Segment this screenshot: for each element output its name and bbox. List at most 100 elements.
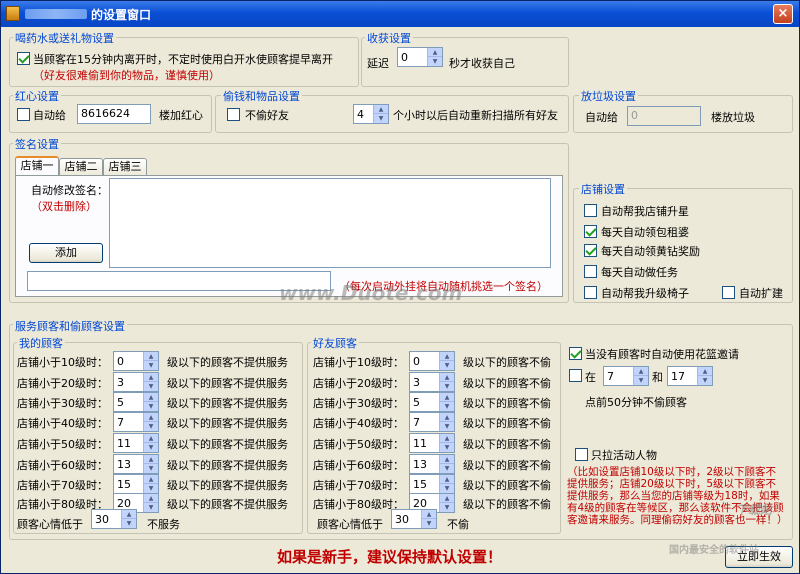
spin-down-icon[interactable]: ▼: [440, 484, 454, 493]
time-to-value[interactable]: 17: [671, 370, 685, 383]
level-value[interactable]: 7: [413, 416, 420, 429]
level-value[interactable]: 5: [413, 396, 420, 409]
spin-down-icon[interactable]: ▼: [422, 519, 436, 528]
collect-delay-value[interactable]: 0: [401, 51, 408, 64]
spin-down-icon[interactable]: ▼: [122, 519, 136, 528]
shop-star-label[interactable]: 自动帮我店铺升星: [601, 203, 689, 219]
shop-expand-checkbox[interactable]: [722, 286, 735, 299]
level-value[interactable]: 15: [117, 478, 131, 491]
steal-checkbox-label[interactable]: 不偷好友: [245, 107, 289, 123]
spin-arrows[interactable]: ▲ ▼: [143, 434, 158, 452]
activity-only-checkbox[interactable]: [575, 448, 588, 461]
spin-arrows[interactable]: ▲ ▼: [439, 373, 454, 391]
spin-arrows[interactable]: ▲ ▼: [143, 373, 158, 391]
level-value[interactable]: 0: [117, 355, 124, 368]
level-spinner[interactable]: 5 ▲ ▼: [113, 392, 159, 412]
shop-task-checkbox[interactable]: [584, 265, 597, 278]
spin-up-icon[interactable]: ▲: [144, 393, 158, 402]
level-value[interactable]: 13: [413, 458, 427, 471]
level-spinner[interactable]: 3 ▲ ▼: [113, 372, 159, 392]
spin-down-icon[interactable]: ▼: [144, 382, 158, 391]
time-from-spinner[interactable]: 7 ▲ ▼: [603, 366, 649, 386]
shop-task-label[interactable]: 每天自动做任务: [601, 264, 678, 280]
spin-up-icon[interactable]: ▲: [440, 413, 454, 422]
spin-up-icon[interactable]: ▲: [144, 494, 158, 503]
level-value[interactable]: 7: [117, 416, 124, 429]
spin-arrows[interactable]: ▲ ▼: [439, 455, 454, 473]
level-value[interactable]: 11: [117, 437, 131, 450]
spin-arrows[interactable]: ▲ ▼: [697, 367, 712, 385]
spin-arrows[interactable]: ▲ ▼: [143, 494, 158, 512]
spin-up-icon[interactable]: ▲: [144, 475, 158, 484]
spin-down-icon[interactable]: ▼: [374, 114, 388, 123]
trash-floor-input[interactable]: 0: [627, 106, 701, 126]
level-value[interactable]: 15: [413, 478, 427, 491]
spin-up-icon[interactable]: ▲: [440, 494, 454, 503]
spin-up-icon[interactable]: ▲: [440, 475, 454, 484]
level-spinner[interactable]: 13 ▲ ▼: [409, 454, 455, 474]
spin-down-icon[interactable]: ▼: [634, 376, 648, 385]
flower-invite-label[interactable]: 当没有顾客时自动使用花篮邀请: [585, 346, 739, 362]
spin-up-icon[interactable]: ▲: [440, 373, 454, 382]
spin-down-icon[interactable]: ▼: [440, 464, 454, 473]
shop-landlady-label[interactable]: 每天自动领包租婆: [601, 224, 689, 240]
spin-arrows[interactable]: ▲ ▼: [439, 413, 454, 431]
spin-arrows[interactable]: ▲ ▼: [143, 352, 158, 370]
spin-up-icon[interactable]: ▲: [440, 393, 454, 402]
spin-arrows[interactable]: ▲ ▼: [439, 494, 454, 512]
level-spinner[interactable]: 7 ▲ ▼: [113, 412, 159, 432]
spin-up-icon[interactable]: ▲: [144, 373, 158, 382]
shop-yellow-diamond-label[interactable]: 每天自动领黄钻奖励: [601, 243, 700, 259]
my-mood-value[interactable]: 30: [95, 513, 109, 526]
spin-down-icon[interactable]: ▼: [440, 382, 454, 391]
tab-shop-3[interactable]: 店铺三: [103, 158, 147, 176]
level-spinner[interactable]: 15 ▲ ▼: [113, 474, 159, 494]
spin-arrows[interactable]: ▲ ▼: [427, 48, 442, 66]
spin-arrows[interactable]: ▲ ▼: [439, 393, 454, 411]
potion-checkbox-label[interactable]: 当顾客在15分钟内离开时，不定时使用白开水使顾客提早离开: [33, 51, 333, 67]
spin-down-icon[interactable]: ▼: [440, 503, 454, 512]
level-value[interactable]: 13: [117, 458, 131, 471]
steal-hours-value[interactable]: 4: [357, 108, 364, 121]
shop-landlady-checkbox[interactable]: [584, 225, 597, 238]
spin-up-icon[interactable]: ▲: [422, 510, 436, 519]
spin-arrows[interactable]: ▲ ▼: [143, 393, 158, 411]
friend-mood-value[interactable]: 30: [395, 513, 409, 526]
spin-arrows[interactable]: ▲ ▼: [143, 475, 158, 493]
level-spinner[interactable]: 5 ▲ ▼: [409, 392, 455, 412]
level-value[interactable]: 0: [413, 355, 420, 368]
tab-shop-2[interactable]: 店铺二: [59, 158, 103, 176]
spin-down-icon[interactable]: ▼: [144, 484, 158, 493]
shop-star-checkbox[interactable]: [584, 204, 597, 217]
spin-up-icon[interactable]: ▲: [440, 434, 454, 443]
potion-checkbox[interactable]: [17, 52, 30, 65]
shop-chair-checkbox[interactable]: [584, 286, 597, 299]
spin-down-icon[interactable]: ▼: [144, 464, 158, 473]
collect-delay-spinner[interactable]: 0 ▲ ▼: [397, 47, 443, 67]
spin-up-icon[interactable]: ▲: [440, 352, 454, 361]
heart-floor-input[interactable]: 8616624: [77, 104, 151, 124]
spin-down-icon[interactable]: ▼: [144, 422, 158, 431]
friend-mood-spinner[interactable]: 30 ▲ ▼: [391, 509, 437, 529]
spin-arrows[interactable]: ▲ ▼: [143, 455, 158, 473]
level-value[interactable]: 3: [413, 376, 420, 389]
heart-checkbox-label[interactable]: 自动给: [33, 107, 66, 123]
level-spinner[interactable]: 11 ▲ ▼: [113, 433, 159, 453]
title-bar[interactable]: 的设置窗口 ×: [1, 1, 799, 27]
steal-checkbox[interactable]: [227, 108, 240, 121]
time-window-checkbox[interactable]: [569, 369, 582, 382]
spin-arrows[interactable]: ▲ ▼: [633, 367, 648, 385]
spin-arrows[interactable]: ▲ ▼: [143, 413, 158, 431]
spin-down-icon[interactable]: ▼: [144, 402, 158, 411]
level-spinner[interactable]: 11 ▲ ▼: [409, 433, 455, 453]
level-spinner[interactable]: 0 ▲ ▼: [409, 351, 455, 371]
shop-yellow-diamond-checkbox[interactable]: [584, 244, 597, 257]
spin-up-icon[interactable]: ▲: [440, 455, 454, 464]
time-to-spinner[interactable]: 17 ▲ ▼: [667, 366, 713, 386]
level-spinner[interactable]: 15 ▲ ▼: [409, 474, 455, 494]
spin-up-icon[interactable]: ▲: [698, 367, 712, 376]
level-spinner[interactable]: 3 ▲ ▼: [409, 372, 455, 392]
spin-down-icon[interactable]: ▼: [440, 443, 454, 452]
spin-arrows[interactable]: ▲ ▼: [439, 475, 454, 493]
spin-arrows[interactable]: ▲ ▼: [121, 510, 136, 528]
